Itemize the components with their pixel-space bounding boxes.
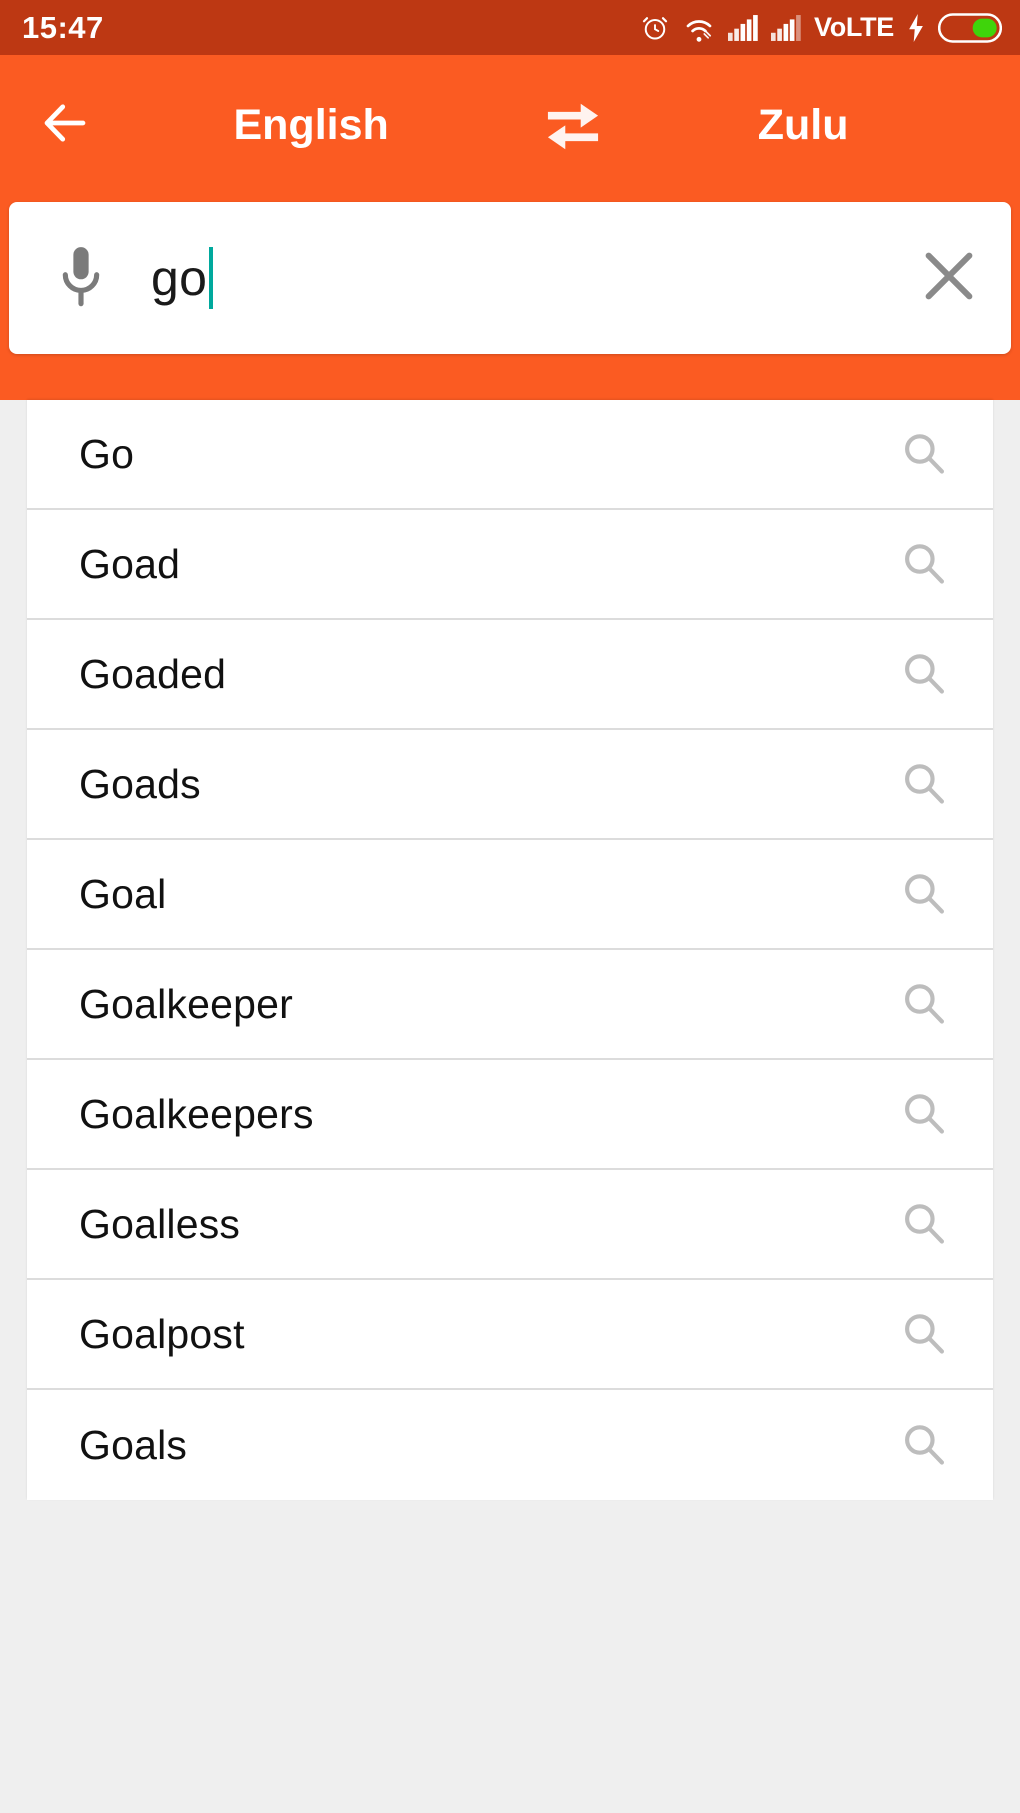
search-bar-container: go (0, 195, 1020, 400)
list-item[interactable]: Goads (27, 730, 993, 840)
search-icon[interactable] (897, 1087, 951, 1141)
suggestion-label: Goalkeeper (79, 980, 293, 1027)
search-input[interactable]: go (151, 202, 913, 354)
suggestion-label: Goaded (79, 650, 227, 697)
list-item[interactable]: Goalkeeper (27, 950, 993, 1060)
search-card: go (9, 202, 1011, 354)
suggestion-label: Goals (79, 1421, 188, 1468)
charging-bolt-icon (907, 13, 925, 42)
microphone-button[interactable] (53, 243, 109, 313)
suggestion-list: Go Goad Goaded Goads Goal Goalkeeper Goa… (27, 400, 993, 1500)
swap-languages-button[interactable] (530, 88, 616, 162)
close-icon (916, 243, 982, 314)
text-cursor (209, 247, 214, 309)
volte-label: VoLTE (814, 12, 894, 42)
search-icon[interactable] (897, 427, 951, 481)
signal-bars-sim2-icon (771, 14, 801, 41)
search-icon[interactable] (897, 1197, 951, 1251)
list-item[interactable]: Goaded (27, 620, 993, 730)
list-item[interactable]: Goalpost (27, 1280, 993, 1390)
list-item[interactable]: Goad (27, 510, 993, 620)
search-icon[interactable] (897, 1418, 951, 1472)
suggestion-label: Goalpost (79, 1310, 245, 1357)
search-icon[interactable] (897, 1307, 951, 1361)
suggestion-label: Goal (79, 870, 167, 917)
app-bar: English Zulu (0, 55, 1020, 195)
search-icon[interactable] (897, 977, 951, 1031)
status-bar-icon-tray: VoLTE (640, 12, 1002, 43)
clear-search-button[interactable] (913, 242, 985, 314)
back-button[interactable] (28, 88, 102, 162)
battery-icon (938, 12, 1002, 43)
suggestion-label: Goalkeepers (79, 1090, 314, 1137)
search-icon[interactable] (897, 647, 951, 701)
search-icon[interactable] (897, 757, 951, 811)
alarm-clock-icon (640, 13, 670, 43)
back-arrow-icon (38, 96, 92, 155)
list-item[interactable]: Go (27, 400, 993, 510)
search-icon[interactable] (897, 537, 951, 591)
wifi-icon (683, 14, 715, 42)
source-language-button[interactable]: English (92, 103, 530, 147)
signal-bars-sim1-icon (728, 14, 758, 41)
microphone-icon (56, 243, 106, 314)
list-item[interactable]: Goals (27, 1390, 993, 1500)
list-item[interactable]: Goalless (27, 1170, 993, 1280)
suggestion-label: Goalless (79, 1200, 241, 1247)
status-bar-clock: 15:47 (22, 10, 104, 45)
status-bar: 15:47 VoLTE (0, 0, 1020, 55)
list-item[interactable]: Goalkeepers (27, 1060, 993, 1170)
target-language-button[interactable]: Zulu (616, 103, 990, 147)
suggestion-label: Goads (79, 760, 201, 807)
suggestion-label: Go (79, 430, 135, 477)
search-icon[interactable] (897, 867, 951, 921)
suggestion-label: Goad (79, 540, 181, 587)
search-input-value: go (151, 250, 208, 306)
swap-arrows-icon (542, 96, 604, 155)
list-item[interactable]: Goal (27, 840, 993, 950)
